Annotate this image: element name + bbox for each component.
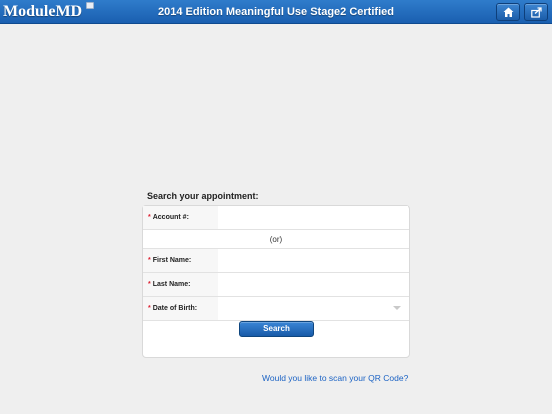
required-marker: * xyxy=(148,281,151,288)
dob-label-cell: * Date of Birth: xyxy=(143,297,218,320)
account-row: * Account #: xyxy=(143,206,409,230)
or-text: (or) xyxy=(269,235,283,244)
or-separator: (or) xyxy=(143,230,409,249)
required-marker: * xyxy=(148,305,151,312)
search-heading: Search your appointment: xyxy=(147,191,259,201)
appointment-search-card: Search your appointment: * Account #: (or… xyxy=(142,187,410,358)
account-label-cell: * Account #: xyxy=(143,206,218,229)
scan-qr-code-link[interactable]: Would you like to scan your QR Code? xyxy=(262,373,408,383)
home-icon xyxy=(503,7,514,17)
required-marker: * xyxy=(148,257,151,264)
first-name-label: First Name: xyxy=(152,257,192,264)
last-name-row: * Last Name: xyxy=(143,273,409,297)
top-navigation-bar: ModuleMD 2014 Edition Meaningful Use Sta… xyxy=(0,0,552,24)
dob-label: Date of Birth: xyxy=(152,305,198,312)
share-icon xyxy=(531,7,542,18)
first-name-row: * First Name: xyxy=(143,249,409,273)
dob-label-wrap: * Date of Birth: xyxy=(148,297,197,320)
required-marker: * xyxy=(148,214,151,221)
search-form-panel: * Account #: (or) * First Name: * Last Name… xyxy=(142,205,410,358)
last-name-input[interactable] xyxy=(219,273,408,296)
first-name-input[interactable] xyxy=(219,249,408,272)
last-name-label-wrap: * Last Name: xyxy=(148,273,190,296)
search-button[interactable]: Search xyxy=(239,321,314,337)
chevron-down-icon[interactable] xyxy=(393,306,401,310)
first-name-label-wrap: * First Name: xyxy=(148,249,191,272)
account-number-input[interactable] xyxy=(219,206,408,229)
date-of-birth-picker[interactable] xyxy=(219,297,408,320)
account-label-wrap: * Account #: xyxy=(148,206,189,229)
home-button[interactable] xyxy=(496,3,520,21)
last-name-label-cell: * Last Name: xyxy=(143,273,218,296)
account-label: Account #: xyxy=(152,214,189,221)
last-name-label: Last Name: xyxy=(152,281,191,288)
first-name-label-cell: * First Name: xyxy=(143,249,218,272)
share-button[interactable] xyxy=(524,3,548,21)
page-title: 2014 Edition Meaningful Use Stage2 Certi… xyxy=(158,6,394,18)
dob-row: * Date of Birth: xyxy=(143,297,409,321)
